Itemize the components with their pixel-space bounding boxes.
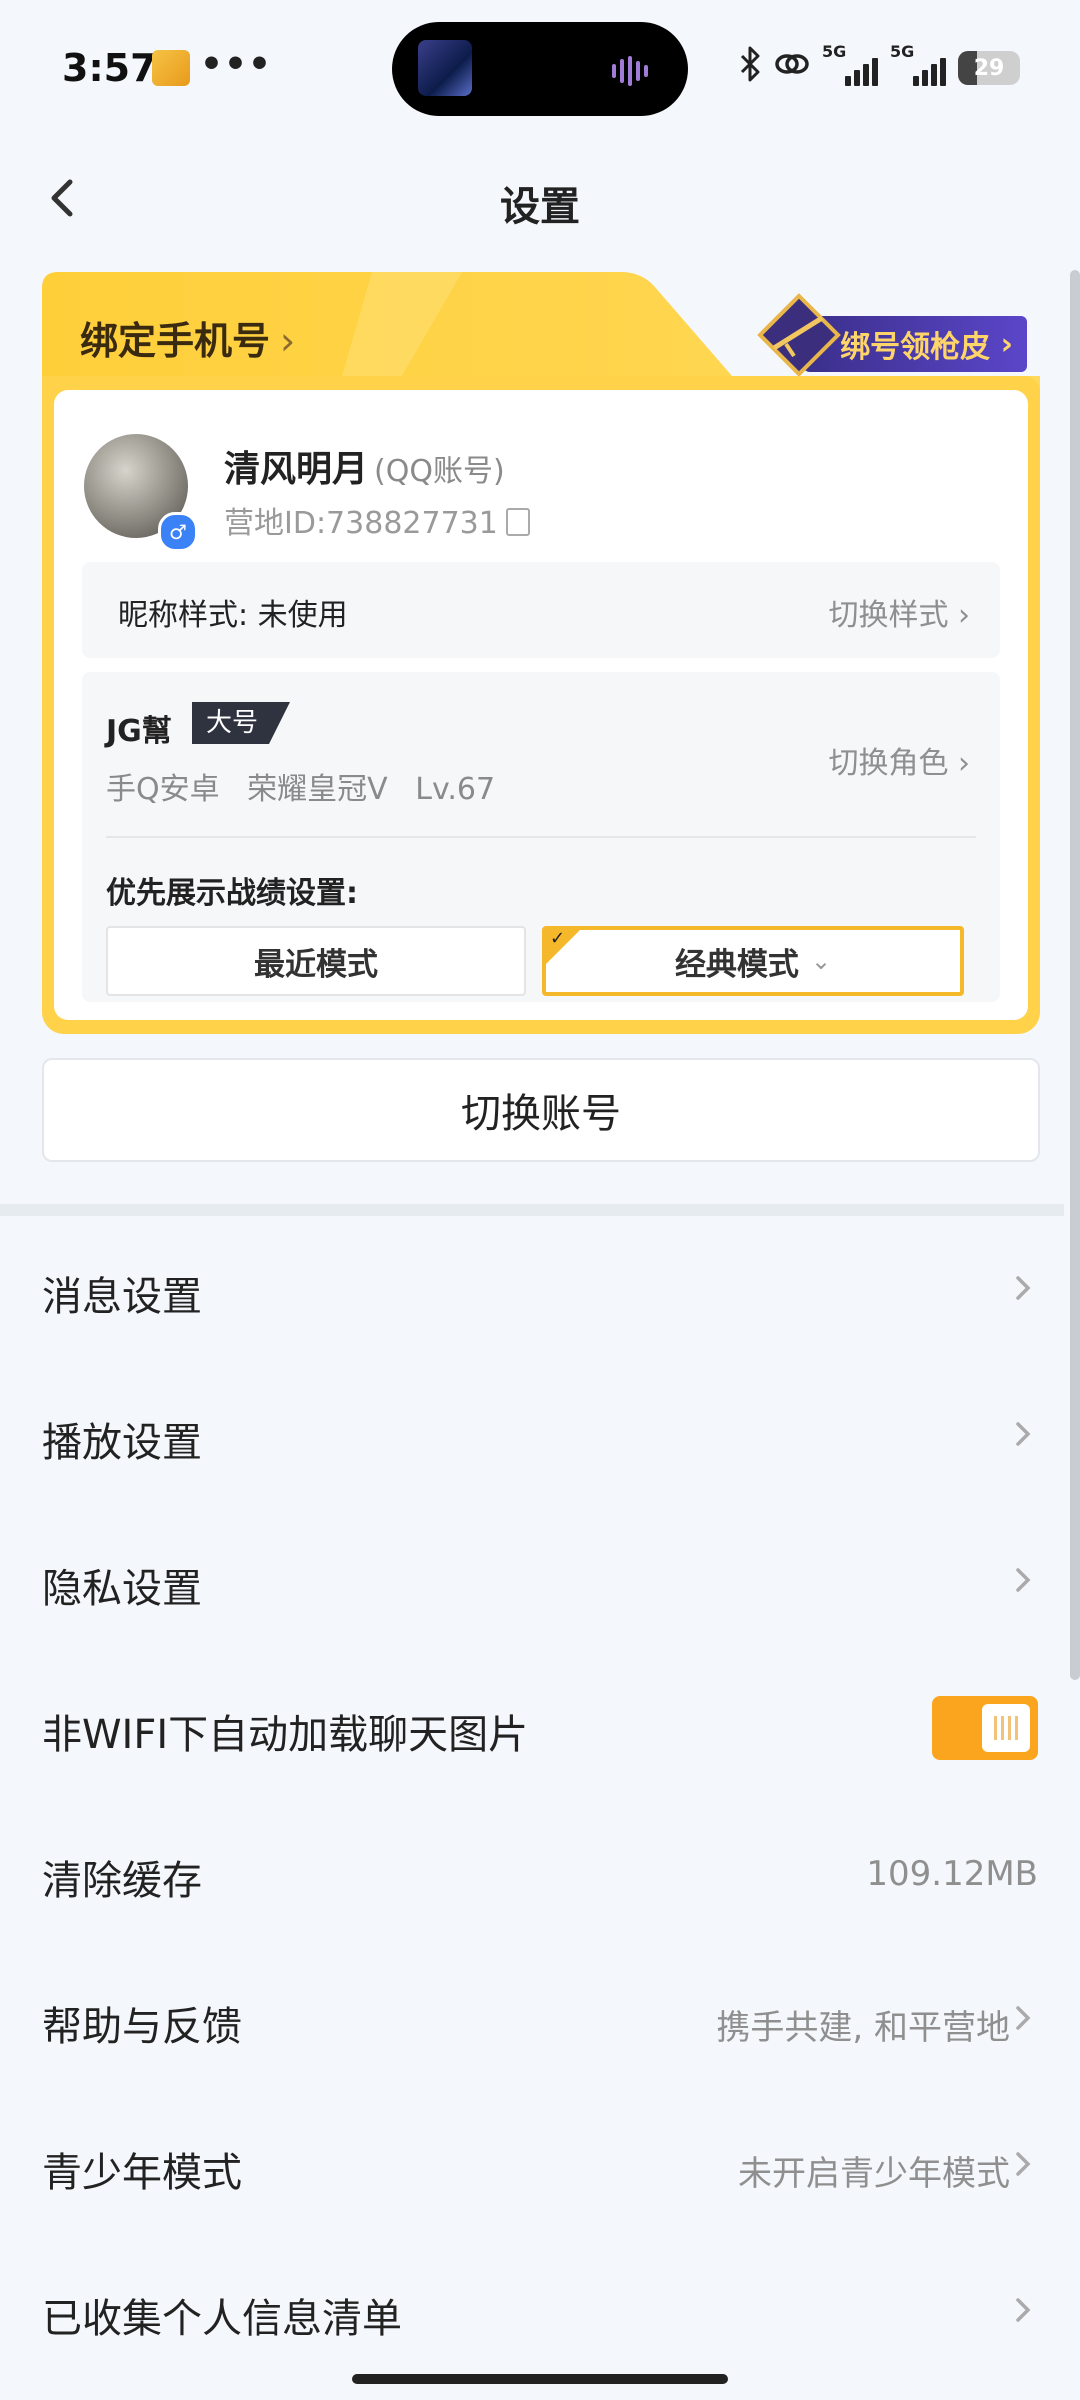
settings-row-teen-mode[interactable]: 青少年模式 未开启青少年模式 bbox=[0, 2094, 1064, 2240]
switch-role-link[interactable]: 切换角色 › bbox=[828, 738, 970, 782]
chevron-down-icon: ⌄ bbox=[810, 947, 832, 975]
row-label: 帮助与反馈 bbox=[42, 2004, 242, 2050]
network-type-label-2: 5G bbox=[890, 42, 915, 61]
auto-load-toggle[interactable] bbox=[932, 1696, 1038, 1760]
card-body: ♂ 清风明月 (QQ账号) 营地ID:738827731 昵称样式: 未使用 切换… bbox=[42, 376, 1040, 1034]
chevron-right-icon: › bbox=[280, 319, 296, 363]
row-value: 携手共建, 和平营地 bbox=[716, 2008, 1010, 2048]
link-icon bbox=[774, 48, 810, 88]
recent-mode-label: 最近模式 bbox=[254, 946, 378, 983]
copy-icon[interactable] bbox=[505, 508, 530, 536]
classic-mode-button[interactable]: ✓ 经典模式 ⌄ bbox=[542, 926, 964, 996]
switch-style-link[interactable]: 切换样式 › bbox=[828, 590, 970, 634]
row-label: 播放设置 bbox=[42, 1420, 202, 1466]
account-card: 绑定手机号 › 绑号领枪皮 › ♂ 清风明月 (QQ账号) 营地ID:7388277… bbox=[42, 272, 1040, 1034]
role-platform: 手Q安卓 bbox=[106, 772, 220, 807]
checkmark-icon: ✓ bbox=[550, 928, 566, 949]
recent-mode-button[interactable]: 最近模式 bbox=[106, 926, 526, 996]
classic-mode-label: 经典模式 bbox=[674, 946, 799, 983]
priority-label: 优先展示战绩设置: bbox=[106, 876, 358, 911]
role-section: JG幫 大号 手Q安卓 荣耀皇冠Ⅴ Lv.67 切换角色 › 优先展示战绩设置:… bbox=[82, 672, 1000, 1002]
divider bbox=[106, 836, 976, 838]
skin-promo-button[interactable]: 绑号领枪皮 › bbox=[742, 286, 1032, 382]
page-title: 设置 bbox=[500, 184, 580, 230]
camp-id-text: 营地ID:738827731 bbox=[224, 506, 498, 541]
row-label: 消息设置 bbox=[42, 1274, 202, 1320]
skin-promo-label: 绑号领枪皮 bbox=[840, 330, 991, 365]
more-notifications-icon: ••• bbox=[200, 44, 273, 85]
nickname-style-row[interactable]: 昵称样式: 未使用 切换样式 › bbox=[82, 562, 1000, 658]
signal-icon: 5G bbox=[822, 42, 878, 88]
scrollbar[interactable] bbox=[1070, 270, 1080, 1680]
row-label: 隐私设置 bbox=[42, 1566, 202, 1612]
settings-row-clear-cache[interactable]: 清除缓存 109.12MB bbox=[0, 1802, 1064, 1948]
account-type: (QQ账号) bbox=[374, 454, 505, 489]
switch-account-button[interactable]: 切换账号 bbox=[42, 1058, 1040, 1162]
status-time: 3:57 bbox=[62, 46, 157, 90]
battery-icon: 29 bbox=[958, 51, 1020, 85]
settings-row-auto-load-images: 非WIFI下自动加载聊天图片 bbox=[0, 1656, 1064, 1802]
network-type-label: 5G bbox=[822, 42, 847, 61]
battery-level: 29 bbox=[973, 55, 1005, 81]
bind-phone-link[interactable]: 绑定手机号 › bbox=[80, 310, 295, 365]
role-level: Lv.67 bbox=[415, 772, 496, 807]
chevron-right-icon bbox=[1016, 2152, 1031, 2176]
role-name: JG幫 bbox=[106, 714, 172, 749]
row-value: 未开启青少年模式 bbox=[738, 2154, 1010, 2194]
row-label: 清除缓存 bbox=[42, 1858, 202, 1904]
signal-icon-2: 5G bbox=[890, 42, 946, 88]
row-label: 青少年模式 bbox=[42, 2150, 242, 2196]
username: 清风明月 (QQ账号) bbox=[224, 440, 505, 492]
switch-account-label: 切换账号 bbox=[461, 1091, 621, 1137]
app-notification-icon bbox=[152, 50, 190, 86]
switch-style-label: 切换样式 bbox=[828, 598, 949, 633]
home-indicator[interactable] bbox=[352, 2374, 728, 2384]
media-thumbnail bbox=[418, 40, 472, 96]
card-inner: ♂ 清风明月 (QQ账号) 营地ID:738827731 昵称样式: 未使用 切换… bbox=[54, 390, 1028, 1020]
switch-role-label: 切换角色 bbox=[828, 746, 949, 781]
system-icons: 5G 5G 29 bbox=[738, 42, 1020, 92]
nickname-style-label: 昵称样式: 未使用 bbox=[118, 598, 348, 633]
username-text: 清风明月 bbox=[224, 449, 369, 490]
row-label: 已收集个人信息清单 bbox=[42, 2296, 402, 2342]
male-gender-icon: ♂ bbox=[158, 512, 198, 552]
chevron-right-icon bbox=[1016, 1276, 1031, 1300]
chevron-right-icon bbox=[1016, 1568, 1031, 1592]
row-label: 非WIFI下自动加载聊天图片 bbox=[42, 1712, 529, 1758]
settings-row-personal-info-list[interactable]: 已收集个人信息清单 bbox=[0, 2240, 1064, 2386]
rifle-badge-icon bbox=[757, 293, 841, 377]
settings-row-playback[interactable]: 播放设置 bbox=[0, 1364, 1064, 1510]
settings-row-message[interactable]: 消息设置 bbox=[0, 1218, 1064, 1364]
chevron-right-icon bbox=[1016, 1422, 1031, 1446]
settings-row-privacy[interactable]: 隐私设置 bbox=[0, 1510, 1064, 1656]
cache-size: 109.12MB bbox=[866, 1854, 1038, 1894]
bind-phone-label: 绑定手机号 bbox=[80, 319, 271, 363]
status-bar: 3:57 ••• 5G 5G 29 bbox=[0, 0, 1080, 140]
settings-row-help-feedback[interactable]: 帮助与反馈 携手共建, 和平营地 bbox=[0, 1948, 1064, 2094]
camp-id: 营地ID:738827731 bbox=[224, 498, 530, 542]
audio-wave-icon bbox=[612, 56, 652, 86]
role-meta: 手Q安卓 荣耀皇冠Ⅴ Lv.67 bbox=[106, 764, 513, 808]
toggle-knob bbox=[982, 1704, 1030, 1752]
section-separator bbox=[0, 1204, 1064, 1216]
chevron-right-icon bbox=[1016, 2006, 1031, 2030]
role-rank: 荣耀皇冠Ⅴ bbox=[247, 772, 388, 807]
bluetooth-icon bbox=[738, 46, 762, 91]
chevron-right-icon bbox=[1016, 2298, 1031, 2322]
